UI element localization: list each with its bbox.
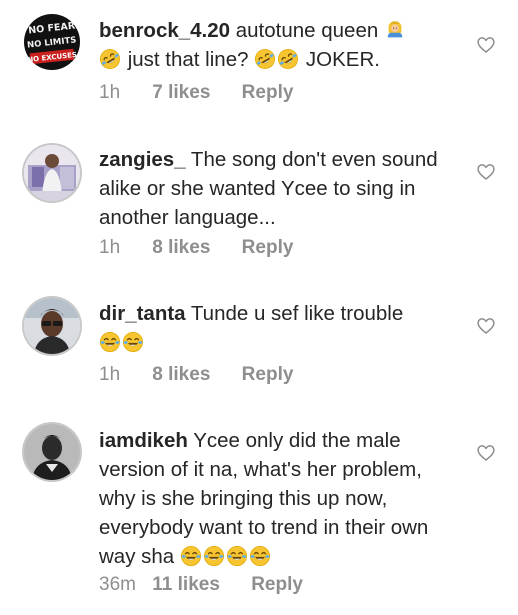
comment-likes[interactable]: 11 likes	[152, 574, 220, 596]
tears-of-joy-emoji-icon	[203, 545, 225, 567]
comment-likes[interactable]: 8 likes	[152, 237, 210, 259]
rolling-laughing-emoji-icon	[277, 48, 299, 70]
reply-button[interactable]: Reply	[242, 237, 294, 259]
comment-text: Tunde u sef like trouble	[185, 302, 404, 325]
comment-likes[interactable]: 8 likes	[152, 364, 210, 386]
reply-button[interactable]: Reply	[242, 82, 294, 104]
comment-text: just that line?	[122, 48, 255, 71]
heart-outline-icon[interactable]	[476, 35, 496, 55]
tears-of-joy-emoji-icon	[180, 545, 202, 567]
tears-of-joy-emoji-icon	[99, 331, 121, 353]
reply-button[interactable]: Reply	[251, 574, 303, 596]
comment-time: 1h	[99, 364, 121, 385]
rolling-laughing-emoji-icon	[99, 48, 121, 70]
comment-body: benrock_4.20 autotune queen just that li…	[99, 16, 464, 74]
comment-meta: 1h 7 likes Reply	[99, 82, 293, 110]
comment-text: JOKER.	[300, 48, 380, 71]
comment-username[interactable]: iamdikeh	[99, 429, 188, 452]
comment-time: 36m	[99, 574, 136, 595]
queen-emoji-icon	[384, 19, 406, 41]
comment-meta: 1h 8 likes Reply	[99, 364, 293, 392]
tears-of-joy-emoji-icon	[249, 545, 271, 567]
comment-meta: 1h 8 likes Reply	[99, 237, 293, 265]
tears-of-joy-emoji-icon	[226, 545, 248, 567]
reply-button[interactable]: Reply	[242, 364, 294, 386]
comment-time: 1h	[99, 237, 121, 258]
comment-body: zangies_ The song don't even sound alike…	[99, 145, 464, 232]
heart-outline-icon[interactable]	[476, 443, 496, 463]
avatar[interactable]	[24, 298, 80, 354]
comment-username[interactable]: benrock_4.20	[99, 19, 230, 42]
avatar[interactable]: NO FEAR NO LIMITS NO EXCUSES	[24, 14, 80, 70]
comment-username[interactable]: zangies_	[99, 148, 186, 171]
comment-body: iamdikeh Ycee only did the male version …	[99, 426, 464, 571]
comment-username[interactable]: dir_tanta	[99, 302, 186, 325]
heart-outline-icon[interactable]	[476, 316, 496, 336]
tears-of-joy-emoji-icon	[122, 331, 144, 353]
comment-time: 1h	[99, 82, 121, 103]
heart-outline-icon[interactable]	[476, 162, 496, 182]
avatar[interactable]	[24, 145, 80, 201]
comment-text: autotune queen	[230, 19, 384, 42]
comment-body: dir_tanta Tunde u sef like trouble	[99, 299, 464, 357]
comment-likes[interactable]: 7 likes	[152, 82, 210, 104]
rolling-laughing-emoji-icon	[254, 48, 276, 70]
avatar[interactable]	[24, 424, 80, 480]
comment-meta: 36m 11 likes Reply	[99, 574, 303, 602]
